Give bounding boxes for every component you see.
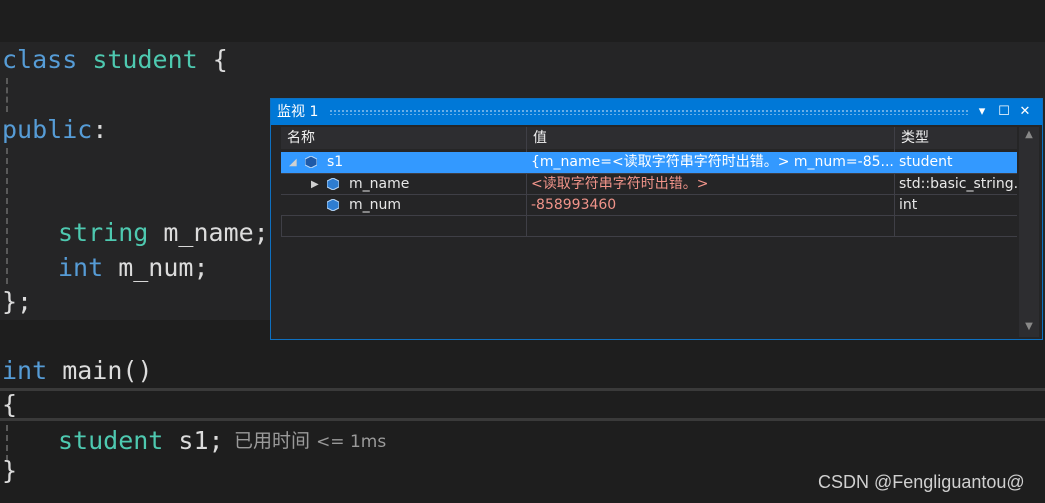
column-header-type[interactable]: 类型 <box>895 127 1017 149</box>
collapse-arrow-icon[interactable]: ◢ <box>289 152 297 173</box>
column-header-name[interactable]: 名称 <box>281 127 527 149</box>
watch-value-cell[interactable]: <读取字符串字符时出错。> <box>531 174 893 195</box>
watch-row-m-name[interactable]: ▶ m_name <读取字符串字符时出错。> std::basic_string… <box>281 174 1017 195</box>
indent-guide <box>6 148 8 284</box>
perf-tip[interactable]: 已用时间 <= 1ms <box>234 426 386 456</box>
code-line-s1-decl[interactable]: student s1; <box>58 425 224 457</box>
watch-window[interactable]: 监视 1 ▾ ☐ ✕ 名称 值 类型 ◢ s1 {m_name=<读取字符串字符… <box>270 98 1043 340</box>
indent-guide <box>6 78 8 112</box>
code-line-m-name[interactable]: string m_name; <box>58 217 269 249</box>
watch-type-cell: int <box>899 197 918 213</box>
watch-add-row[interactable] <box>281 216 1017 237</box>
code-line-main[interactable]: int main() <box>2 355 153 387</box>
field-icon <box>327 178 339 190</box>
watch-type-cell: student <box>899 154 953 170</box>
code-line-open-brace[interactable]: { <box>2 389 17 421</box>
watch-row-s1[interactable]: ◢ s1 {m_name=<读取字符串字符时出错。> m_num=-85... … <box>281 152 1017 173</box>
close-icon[interactable]: ✕ <box>1016 102 1034 122</box>
watch-name-cell: m_num <box>349 197 402 213</box>
code-line-class-decl[interactable]: class student { <box>2 44 228 76</box>
field-icon <box>327 199 339 211</box>
object-icon <box>305 156 317 168</box>
code-line-m-num[interactable]: int m_num; <box>58 252 209 284</box>
watch-name-cell: s1 <box>327 154 344 170</box>
watch-row-m-num[interactable]: m_num -858993460 int <box>281 195 1017 216</box>
watch-title-bar[interactable]: 监视 1 ▾ ☐ ✕ <box>271 99 1042 125</box>
watch-value-cell[interactable]: -858993460 <box>531 195 893 216</box>
maximize-icon[interactable]: ☐ <box>995 102 1013 122</box>
code-line-close-brace[interactable]: } <box>2 455 17 487</box>
row-divider <box>281 216 282 236</box>
expand-arrow-icon[interactable]: ▶ <box>311 174 319 195</box>
watch-type-cell: std::basic_string... <box>899 176 1017 192</box>
column-header-value[interactable]: 值 <box>527 127 895 149</box>
watch-title: 监视 1 <box>277 104 319 120</box>
vertical-scrollbar[interactable]: ▲ ▼ <box>1019 127 1039 337</box>
dropdown-icon[interactable]: ▾ <box>973 102 991 122</box>
scroll-down-icon[interactable]: ▼ <box>1019 321 1039 332</box>
current-line-highlight <box>0 388 1045 421</box>
code-line-public[interactable]: public: <box>2 114 107 146</box>
scroll-up-icon[interactable]: ▲ <box>1019 129 1039 140</box>
title-grip <box>329 109 969 115</box>
code-line-class-end[interactable]: }; <box>2 286 32 318</box>
watch-name-cell: m_name <box>349 176 410 192</box>
watermark: CSDN @Fengliguantou@ <box>818 472 1025 492</box>
watch-value-cell[interactable]: {m_name=<读取字符串字符时出错。> m_num=-85... <box>531 152 893 173</box>
watch-grid-header: 名称 值 类型 <box>281 127 1017 149</box>
